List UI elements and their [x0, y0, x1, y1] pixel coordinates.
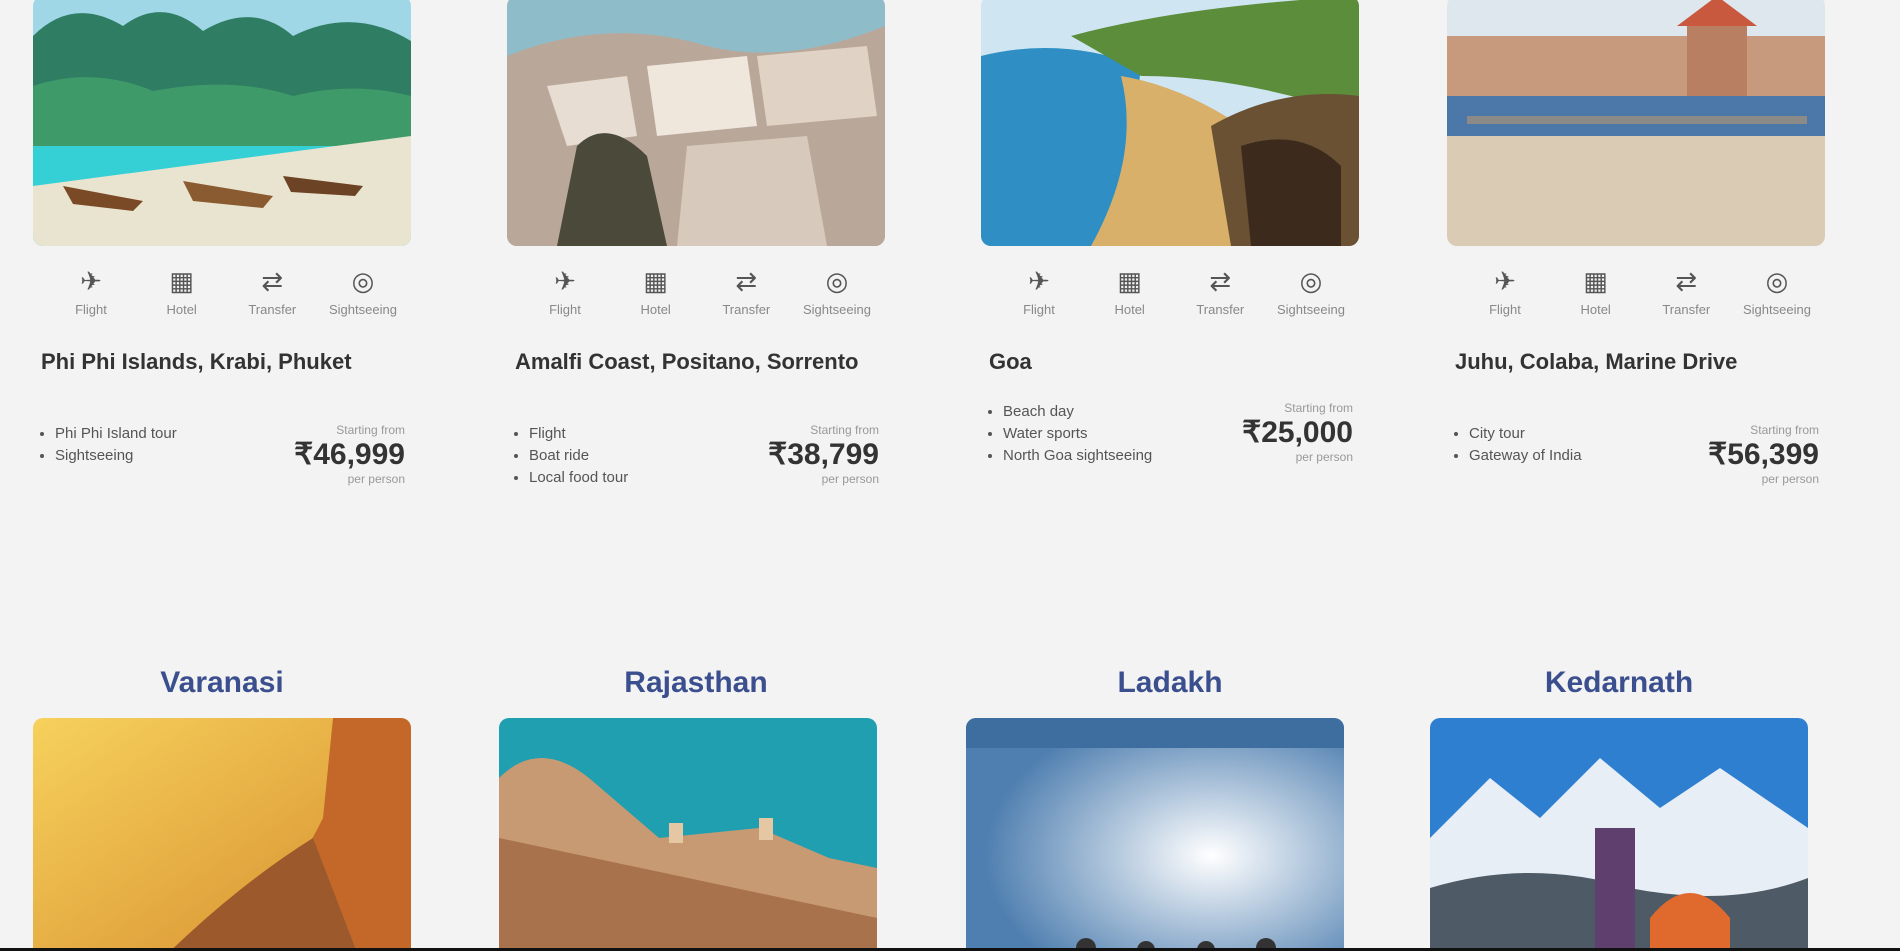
price-from-label: Starting from	[336, 423, 405, 437]
destination-title-varanasi[interactable]: Varanasi	[33, 666, 411, 700]
inclusion-item: Local food tour	[529, 467, 739, 489]
feature-hotel: ▦ Hotel	[640, 266, 671, 317]
inclusion-item: Flight	[529, 423, 739, 445]
sightseeing-icon: ◎	[1765, 266, 1789, 296]
feature-sightseeing: ◎ Sightseeing	[802, 266, 871, 317]
feature-sightseeing: ◎ Sightseeing	[1276, 266, 1345, 317]
flight-icon: ✈	[80, 266, 102, 296]
inclusion-item: North Goa sightseeing	[1003, 445, 1213, 467]
destination-photo-ladakh[interactable]	[966, 718, 1344, 951]
price-per-label: per person	[1295, 450, 1353, 464]
price-from-label: Starting from	[810, 423, 879, 437]
package-card-1[interactable]: ✈ Flight ▦ Hotel ⇄ Transfer ◎ Sightseein…	[33, 0, 411, 486]
feature-transfer: ⇄ Transfer	[1662, 266, 1711, 317]
feature-transfer: ⇄ Transfer	[722, 266, 771, 317]
hotel-icon: ▦	[643, 266, 668, 296]
feature-flight: ✈ Flight	[1023, 266, 1055, 317]
price-from-label: Starting from	[1750, 423, 1819, 437]
destination-photo-rajasthan[interactable]	[499, 718, 877, 951]
package-route[interactable]: Juhu, Colaba, Marine Drive	[1447, 347, 1825, 405]
flight-icon: ✈	[554, 266, 576, 296]
hotel-icon: ▦	[1583, 266, 1608, 296]
feature-transfer: ⇄ Transfer	[1196, 266, 1245, 317]
package-route[interactable]: Phi Phi Islands, Krabi, Phuket	[33, 347, 411, 405]
destination-card-kedarnath[interactable]	[1430, 718, 1808, 951]
feature-sightseeing: ◎ Sightseeing	[1742, 266, 1811, 317]
transfer-icon: ⇄	[1209, 266, 1232, 296]
destination-photo-kedarnath[interactable]	[1430, 718, 1808, 951]
price-from-label: Starting from	[1284, 401, 1353, 415]
feature-hotel: ▦ Hotel	[1580, 266, 1611, 317]
price-value: ₹25,000	[1242, 416, 1353, 449]
package-photo-mumbai[interactable]	[1447, 0, 1825, 246]
feature-hotel: ▦ Hotel	[1114, 266, 1145, 317]
inclusion-item: City tour	[1469, 423, 1679, 445]
package-features: ✈ Flight ▦ Hotel ⇄ Transfer ◎ Sightseein…	[981, 264, 1359, 317]
flight-icon: ✈	[1028, 266, 1050, 296]
package-route[interactable]: Amalfi Coast, Positano, Sorrento	[507, 347, 885, 405]
price-per-label: per person	[821, 472, 879, 486]
inclusions-list: City tour Gateway of India	[1455, 423, 1679, 486]
hotel-icon: ▦	[1117, 266, 1142, 296]
price-value: ₹46,999	[294, 438, 405, 471]
inclusion-item: Water sports	[1003, 423, 1213, 445]
sightseeing-icon: ◎	[825, 266, 849, 296]
destination-title-kedarnath[interactable]: Kedarnath	[1430, 666, 1808, 700]
inclusions-list: Phi Phi Island tour Sightseeing	[41, 423, 265, 486]
price-box: Starting from ₹56,399 per person	[1708, 423, 1825, 486]
price-value: ₹56,399	[1708, 438, 1819, 471]
package-photo-thailand[interactable]	[33, 0, 411, 246]
package-route[interactable]: Goa	[981, 347, 1359, 405]
feature-flight: ✈ Flight	[75, 266, 107, 317]
package-card-4[interactable]: ✈ Flight ▦ Hotel ⇄ Transfer ◎ Sightseein…	[1447, 0, 1825, 486]
feature-flight: ✈ Flight	[1489, 266, 1521, 317]
transfer-icon: ⇄	[1675, 266, 1698, 296]
feature-hotel: ▦ Hotel	[166, 266, 197, 317]
price-per-label: per person	[347, 472, 405, 486]
inclusion-item: Beach day	[1003, 401, 1213, 423]
destination-title-ladakh[interactable]: Ladakh	[981, 666, 1359, 700]
destination-card-varanasi[interactable]	[33, 718, 411, 951]
destination-card-ladakh[interactable]	[966, 718, 1344, 951]
feature-transfer: ⇄ Transfer	[248, 266, 297, 317]
feature-flight: ✈ Flight	[549, 266, 581, 317]
inclusion-item: Phi Phi Island tour	[55, 423, 265, 445]
package-features: ✈ Flight ▦ Hotel ⇄ Transfer ◎ Sightseein…	[507, 264, 885, 317]
inclusion-item: Gateway of India	[1469, 445, 1679, 467]
price-box: Starting from ₹46,999 per person	[294, 423, 411, 486]
feature-sightseeing: ◎ Sightseeing	[328, 266, 397, 317]
packages-page: ✈ Flight ▦ Hotel ⇄ Transfer ◎ Sightseein…	[0, 0, 1900, 951]
package-features: ✈ Flight ▦ Hotel ⇄ Transfer ◎ Sightseein…	[33, 264, 411, 317]
inclusions-list: Flight Boat ride Local food tour	[515, 423, 739, 489]
package-card-2[interactable]: ✈ Flight ▦ Hotel ⇄ Transfer ◎ Sightseein…	[507, 0, 885, 489]
package-card-3[interactable]: ✈ Flight ▦ Hotel ⇄ Transfer ◎ Sightseein…	[981, 0, 1359, 467]
transfer-icon: ⇄	[261, 266, 284, 296]
package-features: ✈ Flight ▦ Hotel ⇄ Transfer ◎ Sightseein…	[1447, 264, 1825, 317]
package-photo-goa[interactable]	[981, 0, 1359, 246]
destination-card-rajasthan[interactable]	[499, 718, 877, 951]
inclusion-item: Sightseeing	[55, 445, 265, 467]
price-per-label: per person	[1761, 472, 1819, 486]
transfer-icon: ⇄	[735, 266, 758, 296]
destination-photo-varanasi[interactable]	[33, 718, 411, 951]
sightseeing-icon: ◎	[1299, 266, 1323, 296]
inclusion-item: Boat ride	[529, 445, 739, 467]
price-value: ₹38,799	[768, 438, 879, 471]
package-photo-amalfi[interactable]	[507, 0, 885, 246]
hotel-icon: ▦	[169, 266, 194, 296]
destination-title-rajasthan[interactable]: Rajasthan	[507, 666, 885, 700]
inclusions-list: Beach day Water sports North Goa sightse…	[989, 401, 1213, 467]
price-box: Starting from ₹38,799 per person	[768, 423, 885, 489]
sightseeing-icon: ◎	[351, 266, 375, 296]
price-box: Starting from ₹25,000 per person	[1242, 401, 1359, 467]
flight-icon: ✈	[1494, 266, 1516, 296]
